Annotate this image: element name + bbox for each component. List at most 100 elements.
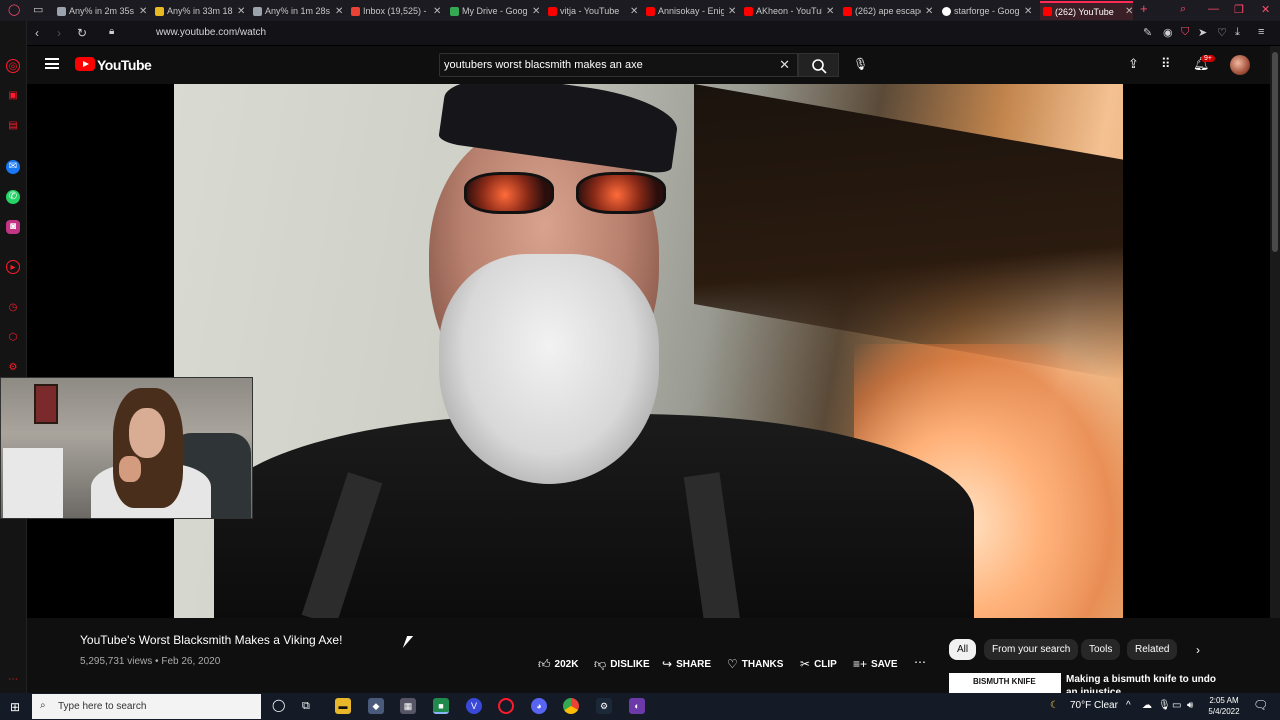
youtube-logo-text[interactable]: YouTube [97,57,152,73]
clear-search-icon[interactable]: ✕ [779,57,790,73]
tab-close-icon[interactable]: ✕ [532,6,540,17]
url-field[interactable]: www.youtube.com/watch [156,27,266,38]
search-input[interactable] [444,57,764,73]
weather-text[interactable]: 70°F Clear [1070,700,1118,711]
shopping-bag-icon[interactable]: ▣ [6,89,20,103]
browser-tab[interactable]: vitja - YouTube ✕ [548,2,638,20]
clip-button[interactable]: ✂ CLIP [800,657,837,671]
video-frame[interactable] [174,84,1123,618]
volume-icon[interactable]: 🔊︎ [1187,700,1193,711]
maximize-icon[interactable]: ❐ [1234,3,1244,16]
app-icon[interactable]: ◆ [368,698,384,714]
app-icon[interactable]: ▦ [400,698,416,714]
app-icon[interactable]: ◐ [629,698,645,714]
chip-from-your-search[interactable]: From your search [984,639,1079,660]
onedrive-cloud-icon[interactable]: ☁ [1142,700,1152,711]
page-scrollbar[interactable] [1270,46,1280,693]
heart-icon[interactable]: ♡ [1217,26,1227,39]
tab-close-icon[interactable]: ✕ [728,6,736,17]
tab-close-icon[interactable]: ✕ [1125,6,1133,17]
more-actions-icon[interactable]: ⋯ [914,655,926,669]
chrome-icon[interactable] [563,698,579,714]
send-icon[interactable]: ➤ [1198,26,1207,39]
thanks-button[interactable]: ♡ THANKS [727,657,783,671]
tab-close-icon[interactable]: ✕ [433,6,441,17]
tab-close-icon[interactable]: ✕ [826,6,834,17]
player-icon[interactable]: ▸ [6,260,20,274]
browser-tab[interactable]: AKheon - YouTub ✕ [744,2,834,20]
browser-tab[interactable]: Any% in 2m 35s ✕ [57,2,147,20]
recommendation-title[interactable]: Making a bismuth knife to undo an injust… [1066,673,1216,693]
search-button[interactable] [798,53,839,77]
scrollbar-thumb[interactable] [1272,52,1278,252]
tab-close-icon[interactable]: ✕ [237,6,245,17]
file-explorer-icon[interactable]: ▬ [335,698,351,714]
forward-icon[interactable]: › [57,26,61,40]
save-button[interactable]: ≡+ SAVE [853,657,898,671]
messenger-icon[interactable]: ✉ [6,160,20,174]
chip-related[interactable]: Related [1127,639,1178,660]
download-icon[interactable]: ⤓ [1235,26,1240,39]
camera-icon[interactable]: ◉ [1163,26,1173,39]
apps-grid-icon[interactable]: ⠿ [1161,56,1171,72]
twitch-icon[interactable]: ▤ [6,119,20,133]
steam-icon[interactable]: ⚙ [596,698,612,714]
search-tabs-icon[interactable]: ⌕ [1180,3,1186,16]
browser-menu-icon[interactable]: ≡ [1258,26,1264,38]
recommendation-thumbnail[interactable]: BISMUTH KNIFE [949,673,1061,693]
windows-start-icon[interactable]: ⊞ [10,700,20,714]
create-upload-icon[interactable]: ⇪ [1128,56,1139,72]
browser-tab[interactable]: Any% in 33m 18s ✕ [155,2,245,20]
discord-icon[interactable]: ◕ [531,698,547,714]
vpn-app-icon[interactable]: V [466,698,482,714]
minimize-icon[interactable]: — [1208,3,1219,15]
browser-tab[interactable]: starforge - Googl ✕ [942,2,1032,20]
sidebar-more-icon[interactable]: ⋯ [6,673,20,687]
new-tab-button[interactable]: + [1140,1,1148,16]
browser-tab[interactable]: Annisokay - Enig ✕ [646,2,736,20]
chip-all[interactable]: All [949,639,977,660]
taskbar-search[interactable]: Type here to search [32,694,261,719]
instagram-icon[interactable]: ◙ [6,220,20,234]
tab-close-icon[interactable]: ✕ [925,6,933,17]
opera-speed-dial-icon[interactable]: ◎ [6,59,20,73]
browser-tab[interactable]: (262) ape escape ✕ [843,2,933,20]
tray-overflow-icon[interactable]: ^ [1126,700,1131,711]
tab-menu-icon[interactable]: ▭ [33,3,43,16]
tab-close-icon[interactable]: ✕ [335,6,343,17]
opera-logo-icon[interactable]: ◯ [8,3,20,16]
browser-tab[interactable]: Any% in 1m 28s ✕ [253,2,343,20]
chevron-right-icon[interactable]: › [1196,643,1200,657]
reload-icon[interactable]: ↻ [77,26,87,40]
cortana-icon[interactable]: ◯ [272,698,285,712]
hamburger-menu-icon[interactable] [45,58,59,69]
like-button[interactable]: 👍︎ 202K [538,657,578,672]
opera-browser-icon[interactable] [498,698,514,714]
adblock-shield-icon[interactable]: ⛉ [1181,26,1189,39]
whatsapp-icon[interactable]: ✆ [6,190,20,204]
tab-close-icon[interactable]: ✕ [1024,6,1032,17]
back-icon[interactable]: ‹ [35,26,39,40]
avatar[interactable] [1230,55,1250,75]
youtube-logo-icon[interactable] [75,57,95,71]
browser-tab-active[interactable]: (262) YouTube ✕ [1040,1,1134,20]
browser-tab[interactable]: Inbox (19,525) - c ✕ [351,2,441,20]
network-icon[interactable]: ▭ [1172,700,1181,711]
voice-search-mic-icon[interactable]: 🎙︎ [853,57,868,71]
share-button[interactable]: ↪ SHARE [662,657,711,671]
microphone-icon[interactable]: 🎙︎ [1158,700,1171,711]
close-window-icon[interactable]: ✕ [1261,3,1270,16]
dislike-button[interactable]: 👎︎ DISLIKE [594,657,650,672]
browser-tab[interactable]: My Drive - Goog ✕ [450,2,540,20]
edit-icon[interactable]: ✎ [1143,26,1152,39]
chip-tools[interactable]: Tools [1081,639,1121,660]
notification-center-icon[interactable]: 🗨︎ [1253,698,1268,712]
app-icon[interactable]: ■ [433,698,449,714]
settings-gear-icon[interactable]: ⚙ [6,361,20,375]
tab-close-icon[interactable]: ✕ [630,6,638,17]
history-icon[interactable]: ◷ [6,301,20,315]
task-view-icon[interactable]: ⧉ [302,700,310,713]
system-clock[interactable]: 2:05 AM 5/4/2022 [1204,695,1244,717]
tab-close-icon[interactable]: ✕ [139,6,147,17]
extensions-cube-icon[interactable]: ⬡ [6,331,20,345]
